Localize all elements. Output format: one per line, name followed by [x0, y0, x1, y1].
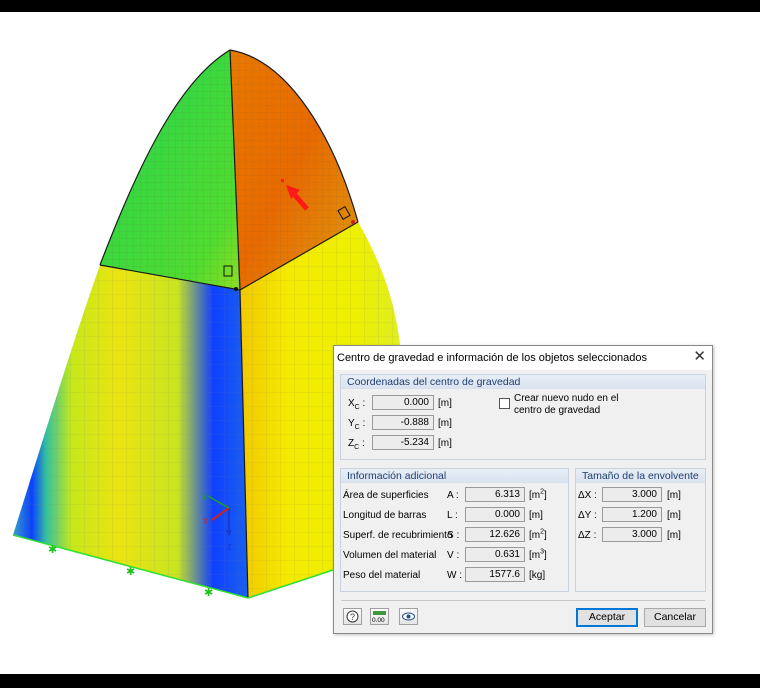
- axis-y-label: Y: [202, 493, 208, 502]
- decimal-places-button[interactable]: 0.00: [370, 608, 389, 625]
- envelope-dy-unit: [m]: [667, 510, 681, 521]
- info-row-area: Área de superficies A : 6.313 [m2]: [341, 487, 566, 504]
- view-icon: [402, 612, 415, 621]
- coordinates-group: Coordenadas del centro de gravedad XC : …: [340, 374, 706, 460]
- envelope-dx-value[interactable]: 3.000: [602, 487, 662, 502]
- additional-info-group: Información adicional Área de superficie…: [340, 468, 569, 592]
- info-volume-label: Volumen del material: [343, 550, 437, 561]
- coord-x-value[interactable]: 0.000: [372, 395, 434, 410]
- bottom-black-bar: [0, 674, 760, 688]
- footer-separator: [341, 600, 705, 601]
- coord-x-unit: [m]: [438, 398, 452, 409]
- info-weight-symbol: W :: [447, 570, 462, 581]
- info-volume-symbol: V :: [447, 550, 460, 561]
- coordinates-group-header: Coordenadas del centro de gravedad: [341, 375, 705, 389]
- info-area-value[interactable]: 6.313: [465, 487, 525, 502]
- coord-z-label: ZC :: [348, 438, 365, 451]
- svg-text:?: ?: [350, 612, 355, 622]
- info-weight-label: Peso del material: [343, 570, 421, 581]
- center-of-gravity-dialog: Centro de gravedad e información de los …: [333, 345, 713, 634]
- envelope-row-dy: ΔY : 1.200 [m]: [576, 507, 704, 524]
- coord-z-unit: [m]: [438, 438, 452, 449]
- envelope-dz-label: ΔZ :: [578, 530, 597, 541]
- close-icon[interactable]: ✕: [693, 349, 706, 365]
- info-surface-value[interactable]: 12.626: [465, 527, 525, 542]
- info-area-symbol: A :: [447, 490, 459, 501]
- additional-info-header: Información adicional: [341, 469, 568, 483]
- envelope-dy-value[interactable]: 1.200: [602, 507, 662, 522]
- info-surface-label: Superf. de recubrimiento: [343, 530, 453, 541]
- envelope-row-dz: ΔZ : 3.000 [m]: [576, 527, 704, 544]
- envelope-size-group: Tamaño de la envolvente ΔX : 3.000 [m] Δ…: [575, 468, 706, 592]
- accept-button[interactable]: Aceptar: [576, 608, 638, 627]
- info-weight-unit: [kg]: [529, 570, 546, 581]
- info-area-unit: [m2]: [529, 488, 547, 501]
- info-row-volume: Volumen del material V : 0.631 [m3]: [341, 547, 566, 564]
- envelope-dx-label: ΔX :: [578, 490, 597, 501]
- info-row-length: Longitud de barras L : 0.000 [m]: [341, 507, 566, 524]
- axis-z-label: Z: [227, 543, 232, 552]
- envelope-size-header: Tamaño de la envolvente: [576, 469, 705, 483]
- info-volume-value[interactable]: 0.631: [465, 547, 525, 562]
- coord-x-label: XC :: [348, 398, 366, 411]
- coord-y-unit: [m]: [438, 418, 452, 429]
- top-black-bar: [0, 0, 760, 12]
- coord-row-z: ZC : -5.234 [m]: [341, 435, 701, 452]
- info-surface-unit: [m2]: [529, 528, 547, 541]
- info-row-weight: Peso del material W : 1577.6 [kg]: [341, 567, 566, 584]
- svg-text:✱: ✱: [126, 566, 135, 578]
- info-area-label: Área de superficies: [343, 490, 429, 501]
- info-surface-symbol: S :: [447, 530, 460, 541]
- envelope-dx-unit: [m]: [667, 490, 681, 501]
- envelope-dz-value[interactable]: 3.000: [602, 527, 662, 542]
- dialog-title: Centro de gravedad e información de los …: [337, 352, 648, 364]
- coord-z-value[interactable]: -5.234: [372, 435, 434, 450]
- svg-text:0.00: 0.00: [372, 617, 385, 624]
- axis-x-label: X: [203, 517, 209, 526]
- info-length-value[interactable]: 0.000: [465, 507, 525, 522]
- envelope-row-dx: ΔX : 3.000 [m]: [576, 487, 704, 504]
- info-weight-value[interactable]: 1577.6: [465, 567, 525, 582]
- envelope-dy-label: ΔY :: [578, 510, 597, 521]
- info-length-symbol: L :: [447, 510, 458, 521]
- decimal-places-icon: 0.00: [372, 611, 386, 624]
- create-node-checkbox[interactable]: [499, 398, 510, 409]
- cancel-button[interactable]: Cancelar: [644, 608, 706, 627]
- info-length-label: Longitud de barras: [343, 510, 427, 521]
- view-button[interactable]: [399, 608, 418, 625]
- help-icon: ?: [346, 610, 359, 623]
- create-node-label-line2: centro de gravedad: [514, 405, 601, 416]
- info-row-surface: Superf. de recubrimiento S : 12.626 [m2]: [341, 527, 566, 544]
- svg-text:✱: ✱: [204, 587, 213, 599]
- coord-row-y: YC : -0.888 [m]: [341, 415, 701, 432]
- coord-y-label: YC :: [348, 418, 366, 431]
- create-node-label-line1: Crear nuevo nudo en el: [514, 393, 619, 404]
- info-length-unit: [m]: [529, 510, 543, 521]
- dialog-titlebar: Centro de gravedad e información de los …: [334, 346, 712, 370]
- envelope-dz-unit: [m]: [667, 530, 681, 541]
- coord-y-value[interactable]: -0.888: [372, 415, 434, 430]
- info-volume-unit: [m3]: [529, 548, 547, 561]
- svg-text:✱: ✱: [48, 544, 57, 556]
- help-button[interactable]: ?: [343, 608, 362, 625]
